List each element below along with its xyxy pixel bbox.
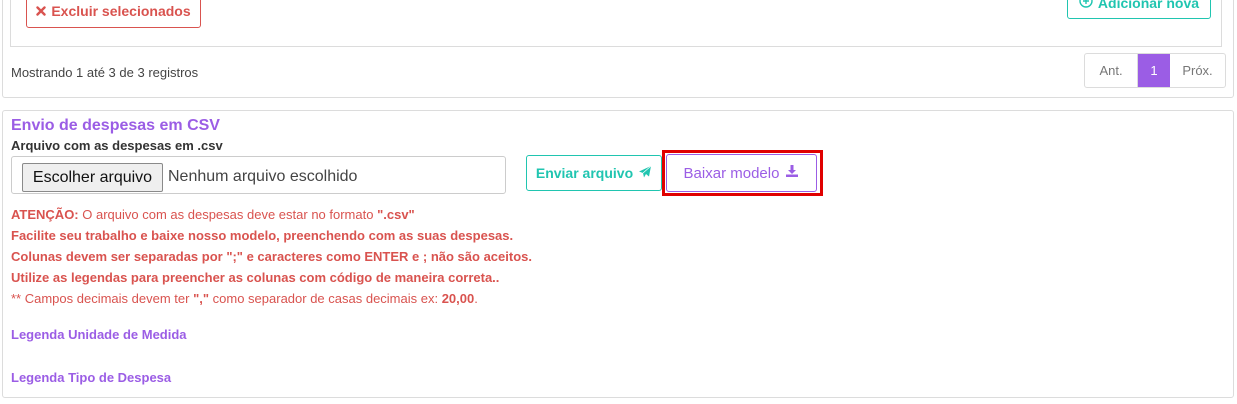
warning-line-2: Facilite seu trabalho e baixe nosso mode… <box>11 228 513 243</box>
plus-circle-icon <box>1079 0 1093 11</box>
warning-line-5-prefix: ** Campos decimais devem ter <box>11 291 194 306</box>
warning-attention-format: ".csv" <box>377 207 415 222</box>
warning-line-2-text: Facilite seu trabalho e baixe nosso mode… <box>11 228 514 243</box>
pagination-next[interactable]: Próx. <box>1170 54 1225 87</box>
pagination-current-page[interactable]: 1 <box>1138 54 1170 87</box>
csv-section-title: Envio de despesas em CSV <box>11 117 220 134</box>
warning-attention-text: O arquivo com as despesas deve estar no … <box>78 207 378 222</box>
warning-line-5-example: 20,00 <box>441 291 475 306</box>
paper-plane-icon <box>638 165 652 182</box>
warning-line-5-mid: como separador de casas decimais ex: <box>209 291 442 306</box>
warning-line-3-text: Colunas devem ser separadas por ";" e ca… <box>11 249 532 264</box>
send-file-button[interactable]: Enviar arquivo <box>526 155 662 191</box>
add-new-label: Adicionar nova <box>1097 0 1200 11</box>
warning-line-5-end: . <box>474 291 478 306</box>
choose-file-button[interactable]: Escolher arquivo <box>22 163 163 192</box>
legend-expense-type-link[interactable]: Legenda Tipo de Despesa <box>11 370 171 385</box>
warning-attention: ATENÇÃO: O arquivo com as despesas deve … <box>11 207 415 222</box>
warning-line-4: Utilize as legendas para preencher as co… <box>11 270 499 285</box>
chosen-file-name: Nenhum arquivo escolhido <box>168 168 358 185</box>
csv-file-label: Arquivo com as despesas em .csv <box>11 138 223 153</box>
warning-line-4-text: Utilize as legendas para preencher as co… <box>11 270 500 285</box>
download-model-label: Baixar modelo <box>683 164 780 182</box>
warning-line-5: ** Campos decimais devem ter "," como se… <box>11 291 478 306</box>
warning-line-3: Colunas devem ser separadas por ";" e ca… <box>11 249 532 264</box>
delete-selected-button[interactable]: Excluir selecionados <box>26 0 201 28</box>
pagination-prev[interactable]: Ant. <box>1085 54 1138 87</box>
download-model-button[interactable]: Baixar modelo <box>666 154 817 192</box>
times-icon <box>36 3 47 19</box>
warning-attention-prefix: ATENÇÃO: <box>11 207 79 222</box>
legend-unit-link[interactable]: Legenda Unidade de Medida <box>11 327 187 342</box>
download-icon <box>785 164 799 182</box>
delete-selected-label: Excluir selecionados <box>51 3 191 19</box>
send-file-label: Enviar arquivo <box>535 165 634 181</box>
warning-line-5-sep: "," <box>193 291 210 306</box>
records-info: Mostrando 1 até 3 de 3 registros <box>11 65 199 80</box>
add-new-button[interactable]: Adicionar nova <box>1067 0 1211 19</box>
pagination: Ant. 1 Próx. <box>1084 53 1226 88</box>
